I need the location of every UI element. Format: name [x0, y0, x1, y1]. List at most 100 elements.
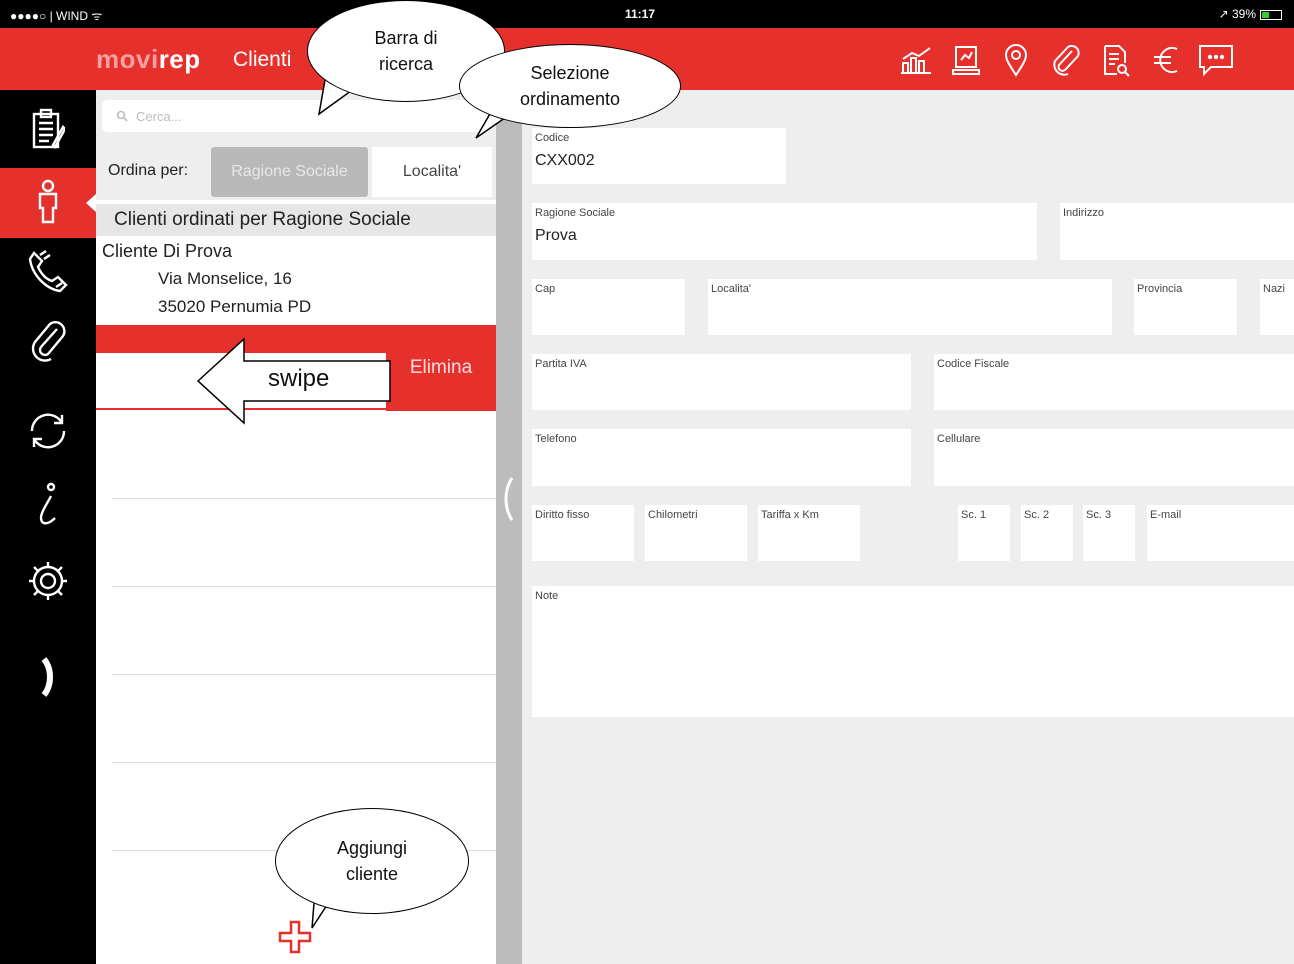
ragione-sociale-field[interactable]: Ragione Sociale Prova	[532, 203, 1037, 260]
nazione-field[interactable]: Nazi	[1260, 279, 1294, 335]
list-separator	[112, 762, 496, 763]
ragione-sociale-value: Prova	[535, 227, 577, 244]
carrier-signal: ●●●●○ | WIND ᯤ	[10, 9, 103, 23]
person-icon	[35, 178, 61, 229]
tariffa-km-field[interactable]: Tariffa x Km	[758, 505, 860, 561]
chat-icon[interactable]	[1196, 40, 1236, 80]
sort-label: Ordina per:	[108, 162, 189, 179]
provincia-label: Provincia	[1137, 283, 1183, 295]
sc3-field[interactable]: Sc. 3	[1083, 505, 1135, 561]
client-city: 35020 Pernumia PD	[158, 297, 312, 316]
client-address: Via Monselice, 16	[158, 269, 292, 288]
logo-part-movi: movi	[96, 44, 159, 74]
side-nav	[0, 90, 96, 964]
list-item[interactable]: Cliente Di Prova Via Monselice, 16 35020…	[96, 237, 496, 323]
paperclip-icon	[29, 319, 67, 368]
nav-settings[interactable]	[0, 548, 96, 618]
clock: 11:17	[625, 7, 656, 21]
document-search-icon[interactable]	[1096, 40, 1136, 80]
nav-expand[interactable]	[0, 644, 96, 714]
ragione-sociale-label: Ragione Sociale	[535, 207, 616, 219]
sc2-label: Sc. 2	[1024, 509, 1050, 521]
localita-field[interactable]: Localita'	[708, 279, 1112, 335]
battery-text: ↗ 39%	[1218, 7, 1256, 21]
info-icon	[33, 482, 63, 533]
nav-orders[interactable]	[0, 96, 96, 166]
clipboard-icon	[31, 107, 67, 156]
note-label: Note	[535, 590, 559, 602]
cap-field[interactable]: Cap	[532, 279, 685, 335]
indirizzo-label: Indirizzo	[1063, 207, 1104, 219]
paperclip-icon[interactable]	[1046, 40, 1086, 80]
app-logo: movirep	[96, 44, 201, 75]
list-separator	[112, 586, 496, 587]
section-title: Clienti	[233, 48, 292, 71]
client-detail-form: Codice CXX002 Ragione Sociale Prova Indi…	[522, 90, 1294, 964]
diritto-fisso-label: Diritto fisso	[535, 509, 590, 521]
callout-sort-selection-text: Selezione ordinamento	[519, 62, 621, 109]
active-indicator	[86, 194, 96, 212]
diritto-fisso-field[interactable]: Diritto fisso	[532, 505, 634, 561]
expand-icon	[38, 655, 58, 704]
panel-splitter[interactable]	[496, 90, 522, 964]
callout-add-client-text: Aggiungi cliente	[336, 837, 408, 884]
codice-field[interactable]: Codice CXX002	[532, 128, 786, 184]
localita-label: Localita'	[711, 283, 752, 295]
phone-icon	[26, 249, 70, 298]
delete-button[interactable]: Elimina	[386, 325, 496, 411]
chart-icon[interactable]	[896, 40, 936, 80]
gear-icon	[26, 559, 70, 608]
sort-option-localita[interactable]: Localita'	[372, 147, 492, 197]
euro-icon[interactable]	[1146, 40, 1186, 80]
note-field[interactable]: Note	[532, 586, 1294, 717]
provincia-field[interactable]: Provincia	[1134, 279, 1237, 335]
email-field[interactable]: E-mail	[1147, 505, 1294, 561]
telefono-label: Telefono	[535, 433, 577, 445]
cap-label: Cap	[535, 283, 556, 295]
list-header: Clienti ordinati per Ragione Sociale	[96, 204, 496, 236]
codice-label: Codice	[535, 132, 570, 144]
report-icon[interactable]	[946, 40, 986, 80]
sc1-field[interactable]: Sc. 1	[958, 505, 1010, 561]
sync-icon	[26, 409, 70, 458]
callout-add-client: Aggiungi cliente	[275, 808, 469, 914]
callout-search-bar-text: Barra di ricerca	[374, 27, 438, 74]
cellulare-label: Cellulare	[937, 433, 981, 445]
cellulare-field[interactable]: Cellulare	[934, 429, 1294, 486]
client-name: Cliente Di Prova	[102, 241, 233, 261]
search-placeholder: Cerca...	[136, 109, 182, 124]
nazione-label: Nazi	[1263, 283, 1286, 295]
codice-fiscale-label: Codice Fiscale	[937, 358, 1010, 370]
chilometri-field[interactable]: Chilometri	[645, 505, 747, 561]
sort-selector: Ordina per: Ragione Sociale Localita'	[96, 142, 496, 200]
map-pin-icon[interactable]	[996, 40, 1036, 80]
codice-value: CXX002	[535, 152, 595, 169]
sc1-label: Sc. 1	[961, 509, 987, 521]
toolbar-icons	[896, 40, 1236, 80]
status-bar: ●●●●○ | WIND ᯤ 11:17 ↗ 39%	[0, 0, 1294, 28]
email-label: E-mail	[1150, 509, 1182, 521]
battery-indicator: ↗ 39%	[1219, 7, 1282, 21]
nav-info[interactable]	[0, 472, 96, 542]
partita-iva-field[interactable]: Partita IVA	[532, 354, 911, 410]
sc2-field[interactable]: Sc. 2	[1021, 505, 1073, 561]
tariffa-km-label: Tariffa x Km	[761, 509, 819, 521]
indirizzo-field[interactable]: Indirizzo	[1060, 203, 1294, 260]
nav-attachments[interactable]	[0, 308, 96, 378]
nav-clients[interactable]	[0, 168, 96, 238]
chilometri-label: Chilometri	[648, 509, 698, 521]
search-input[interactable]: Cerca...	[102, 100, 488, 132]
telefono-field[interactable]: Telefono	[532, 429, 911, 486]
sc3-label: Sc. 3	[1086, 509, 1112, 521]
app-screen: ●●●●○ | WIND ᯤ 11:17 ↗ 39% movirep Clien…	[0, 0, 1294, 964]
nav-sync[interactable]	[0, 398, 96, 468]
callout-sort-selection: Selezione ordinamento	[459, 44, 681, 128]
codice-fiscale-field[interactable]: Codice Fiscale	[934, 354, 1294, 410]
list-separator	[112, 498, 496, 499]
nav-contacts[interactable]	[0, 238, 96, 308]
battery-icon	[1260, 9, 1282, 20]
chevron-left-icon	[504, 477, 514, 521]
logo-part-rep: rep	[158, 44, 201, 74]
partita-iva-label: Partita IVA	[535, 358, 587, 370]
sort-option-ragione-sociale[interactable]: Ragione Sociale	[211, 147, 368, 197]
